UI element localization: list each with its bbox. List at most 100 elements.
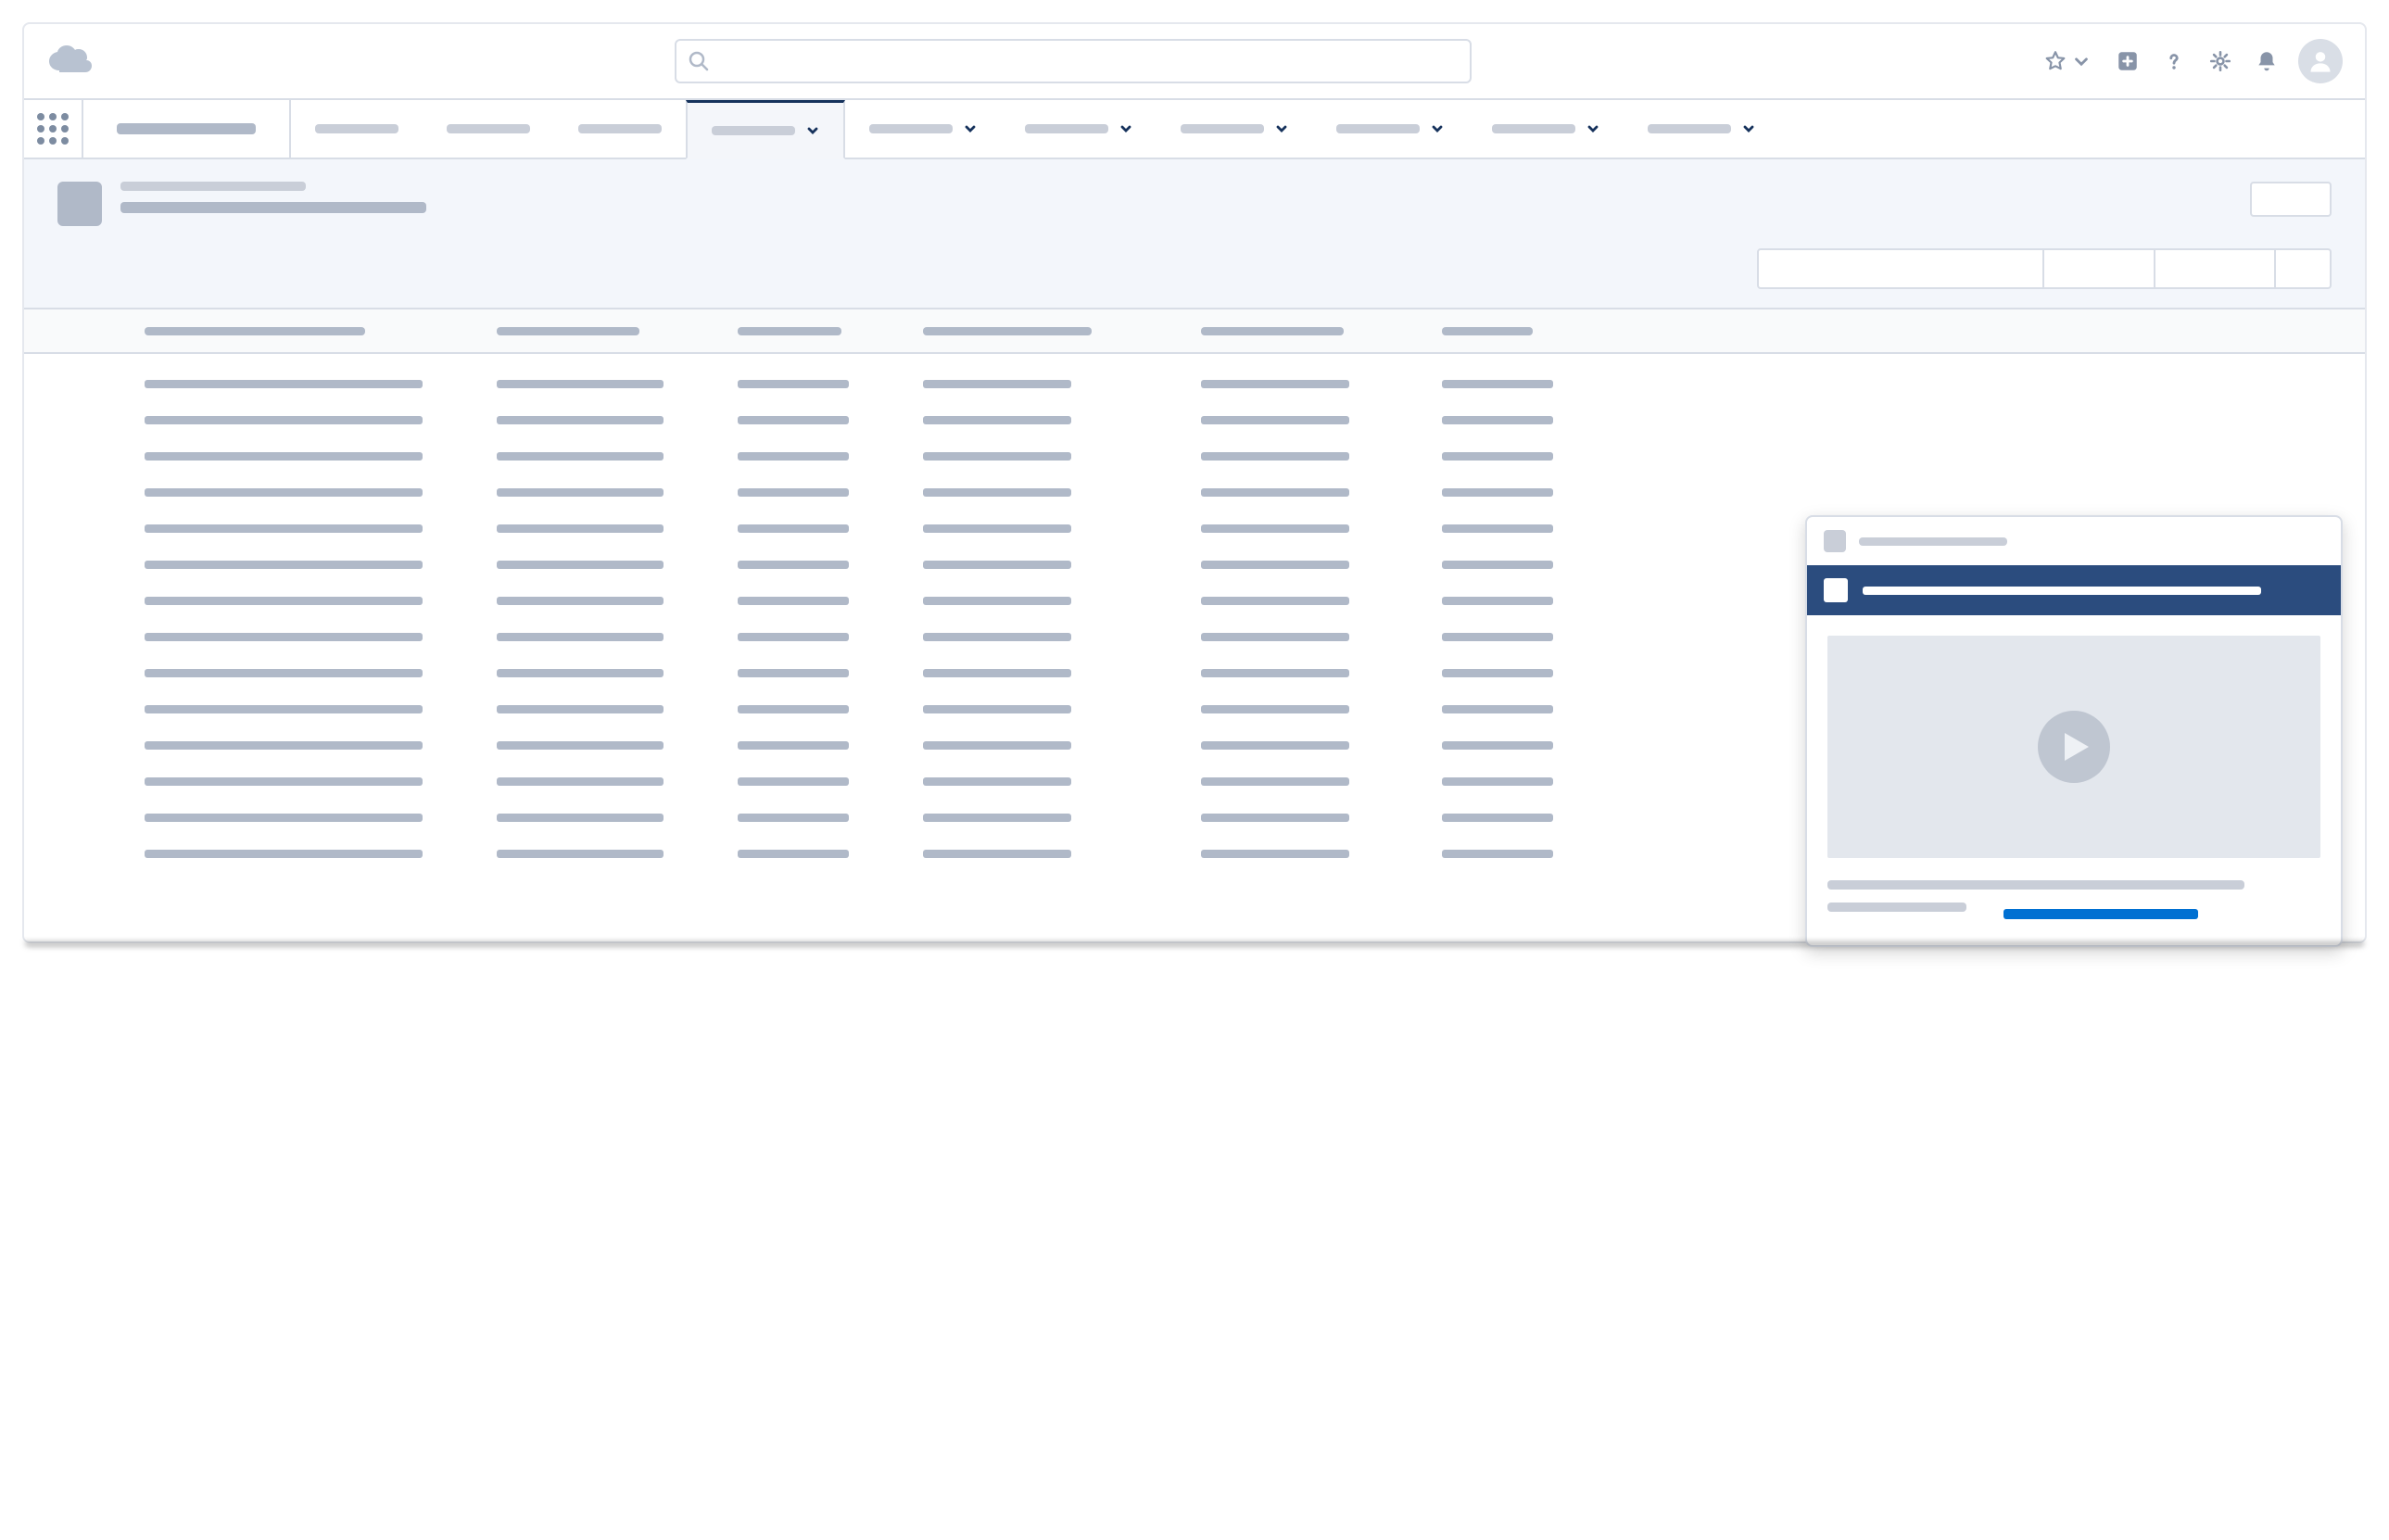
- cell-value: [738, 777, 849, 786]
- cell-value: [145, 777, 423, 786]
- col-header-6[interactable]: [1442, 327, 1533, 335]
- cell-value: [1442, 669, 1553, 677]
- cell-value: [145, 705, 423, 713]
- cell-value: [1201, 452, 1349, 461]
- nav-tab-label: [1025, 124, 1108, 133]
- nav-tab-label: [315, 124, 398, 133]
- guidance-panel-header[interactable]: [1807, 517, 2341, 565]
- cell-value: [1201, 669, 1349, 677]
- nav-tab-1[interactable]: [291, 100, 423, 158]
- cell-value: [1201, 597, 1349, 605]
- cell-value: [1442, 488, 1553, 497]
- header-action-button[interactable]: [2250, 182, 2332, 217]
- add-to-platform-icon[interactable]: [2113, 46, 2143, 76]
- button-group-seg-4[interactable]: [2276, 248, 2332, 289]
- guidance-link[interactable]: [2003, 909, 2198, 919]
- cell-value: [1442, 633, 1553, 641]
- cell-value: [738, 705, 849, 713]
- cell-value: [145, 524, 423, 533]
- cell-value: [497, 814, 664, 822]
- nav-tab-5[interactable]: [845, 100, 1001, 158]
- button-group-seg-2[interactable]: [2044, 248, 2155, 289]
- cell-value: [497, 488, 664, 497]
- cell-value: [1442, 380, 1553, 388]
- col-header-1[interactable]: [145, 327, 365, 335]
- cell-value: [497, 777, 664, 786]
- table-row[interactable]: [145, 452, 2365, 461]
- global-search[interactable]: [675, 39, 1472, 83]
- cell-value: [738, 814, 849, 822]
- button-group-seg-1[interactable]: [1757, 248, 2044, 289]
- favorite-caret-icon[interactable]: [2067, 46, 2096, 76]
- setup-gear-icon[interactable]: [2206, 46, 2235, 76]
- cell-value: [923, 633, 1071, 641]
- col-header-3[interactable]: [738, 327, 841, 335]
- help-icon[interactable]: [2159, 46, 2189, 76]
- cell-value: [497, 561, 664, 569]
- table-row[interactable]: [145, 488, 2365, 497]
- chevron-down-icon: [1431, 122, 1444, 135]
- cell-value: [497, 633, 664, 641]
- cell-value: [1201, 561, 1349, 569]
- nav-tab-2[interactable]: [423, 100, 554, 158]
- guidance-selected-checkbox-icon: [1824, 578, 1848, 602]
- header-actions: [2041, 39, 2343, 83]
- cell-value: [145, 488, 423, 497]
- chevron-down-icon: [1119, 122, 1132, 135]
- table-row[interactable]: [145, 380, 2365, 388]
- notification-bell-icon[interactable]: [2252, 46, 2282, 76]
- cell-value: [738, 741, 849, 750]
- nav-tab-label: [869, 124, 953, 133]
- nav-tab-7[interactable]: [1157, 100, 1312, 158]
- guidance-panel: [1805, 515, 2343, 947]
- cell-value: [923, 741, 1071, 750]
- play-button[interactable]: [2038, 711, 2110, 783]
- nav-tab-4[interactable]: [686, 100, 845, 159]
- salesforce-logo[interactable]: [46, 44, 106, 78]
- cell-value: [738, 452, 849, 461]
- cell-value: [497, 850, 664, 858]
- guidance-video-thumbnail[interactable]: [1827, 636, 2320, 858]
- user-avatar-icon[interactable]: [2298, 39, 2343, 83]
- guidance-selected-item[interactable]: [1807, 565, 2341, 615]
- guidance-header-icon: [1824, 530, 1846, 552]
- cell-value: [1442, 561, 1553, 569]
- cell-value: [1201, 633, 1349, 641]
- cell-value: [497, 669, 664, 677]
- page-title: [120, 202, 426, 213]
- cell-value: [738, 669, 849, 677]
- cell-value: [1201, 850, 1349, 858]
- app-launcher-button[interactable]: [24, 100, 83, 158]
- chevron-down-icon: [1742, 122, 1755, 135]
- nav-tab-9[interactable]: [1468, 100, 1624, 158]
- search-icon: [688, 50, 710, 72]
- cell-value: [145, 561, 423, 569]
- nav-tab-label: [1492, 124, 1575, 133]
- search-input[interactable]: [717, 51, 1459, 72]
- col-header-4[interactable]: [923, 327, 1092, 335]
- cell-value: [1442, 850, 1553, 858]
- cell-value: [923, 380, 1071, 388]
- cloud-logo-icon: [46, 44, 95, 78]
- col-header-2[interactable]: [497, 327, 639, 335]
- cell-value: [1201, 705, 1349, 713]
- nav-tab-3[interactable]: [554, 100, 686, 158]
- cell-value: [1201, 814, 1349, 822]
- cell-value: [1442, 741, 1553, 750]
- table-header-row: [24, 309, 2365, 354]
- cell-value: [923, 705, 1071, 713]
- nav-tab-label: [1648, 124, 1731, 133]
- button-group-seg-3[interactable]: [2155, 248, 2276, 289]
- nav-tab-10[interactable]: [1624, 100, 1779, 158]
- cell-value: [923, 669, 1071, 677]
- nav-tab-6[interactable]: [1001, 100, 1157, 158]
- table-row[interactable]: [145, 416, 2365, 424]
- waffle-icon: [37, 113, 69, 145]
- play-icon: [2063, 731, 2091, 763]
- chevron-down-icon: [1586, 122, 1599, 135]
- nav-tab-8[interactable]: [1312, 100, 1468, 158]
- cell-value: [923, 597, 1071, 605]
- cell-value: [1442, 814, 1553, 822]
- col-header-5[interactable]: [1201, 327, 1344, 335]
- cell-value: [923, 488, 1071, 497]
